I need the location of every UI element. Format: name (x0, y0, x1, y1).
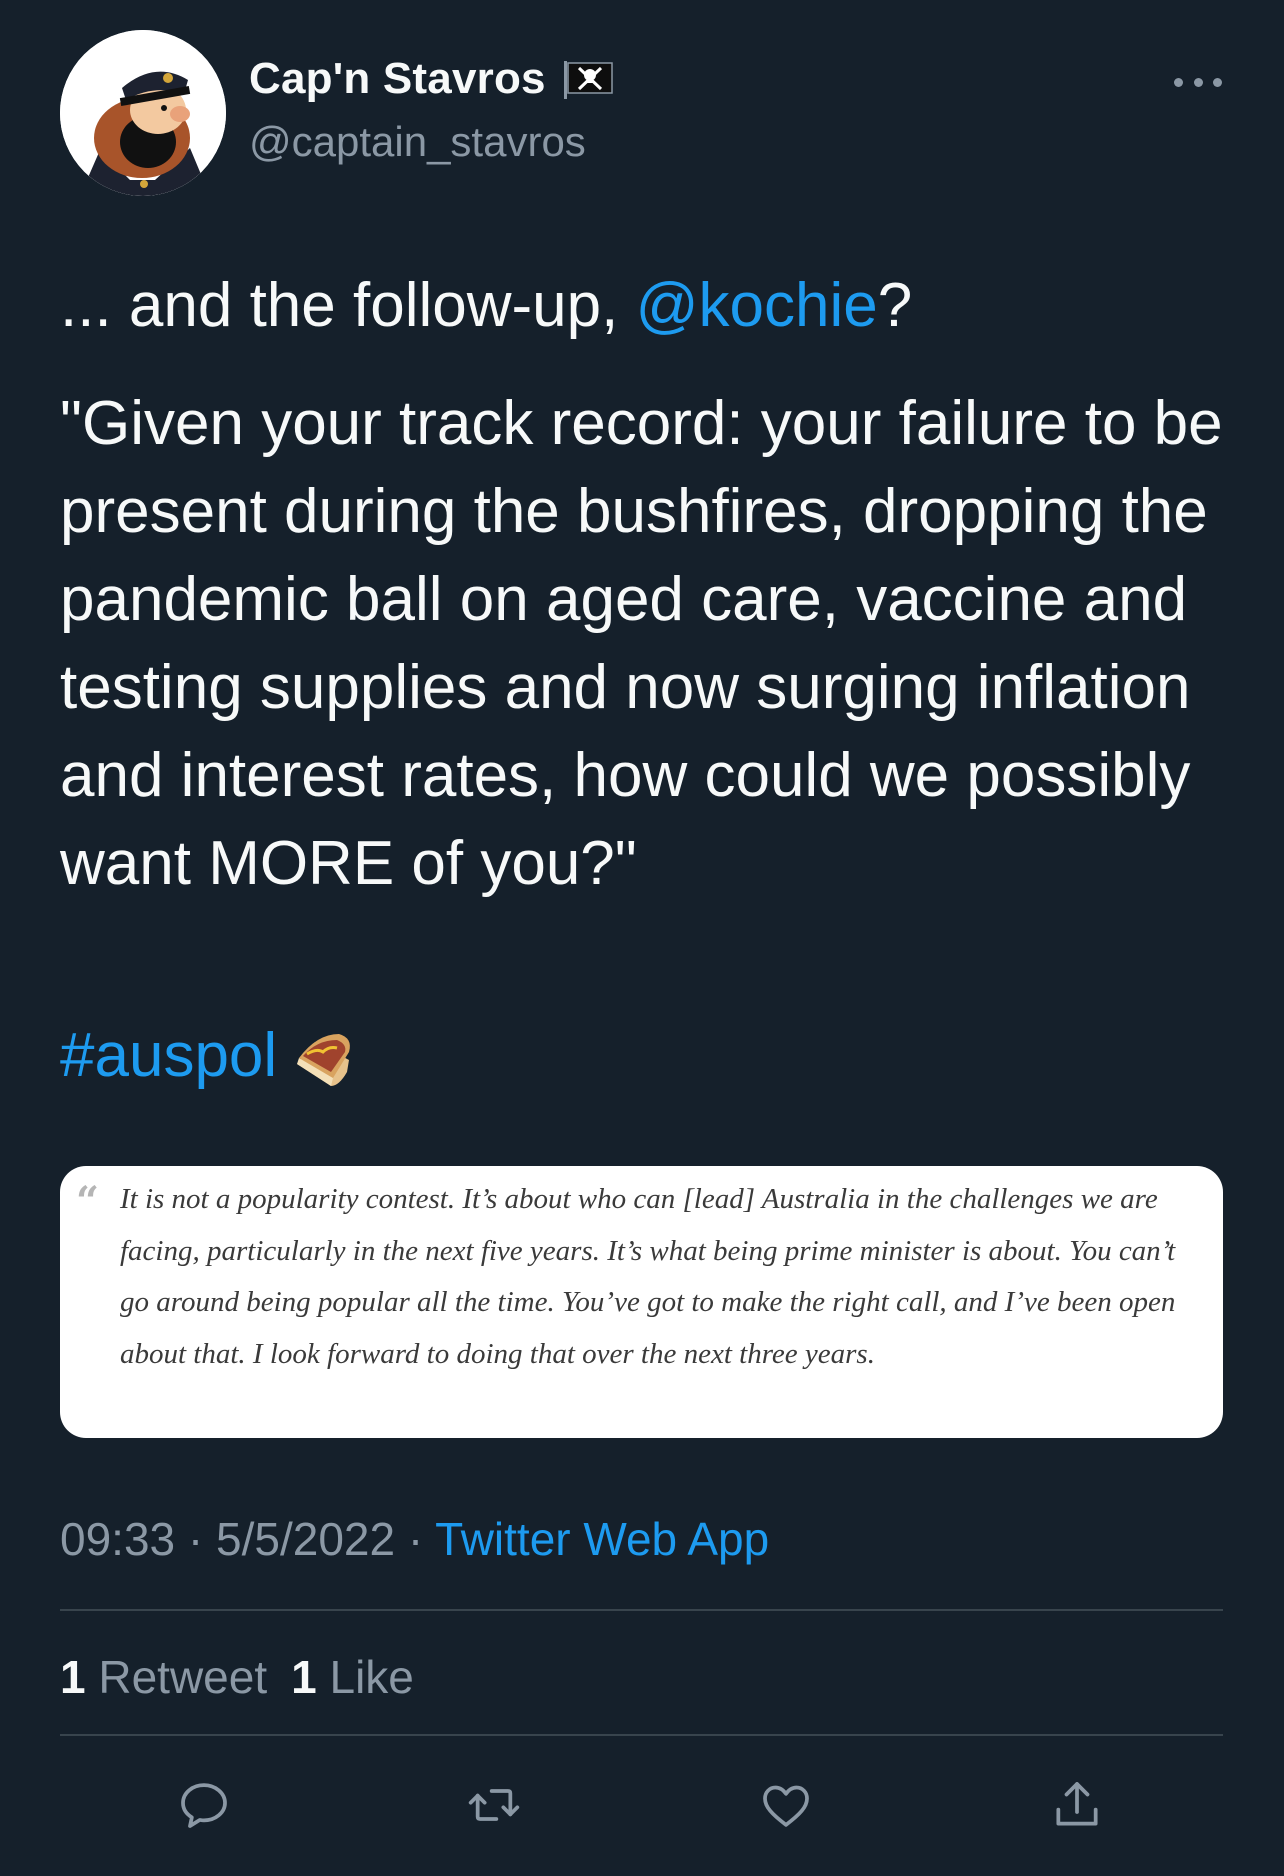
like-button[interactable] (751, 1770, 821, 1840)
tweet-actions (0, 1770, 1284, 1840)
tweet-time[interactable]: 09:33 (60, 1513, 175, 1565)
author-display-name[interactable]: Cap'n Stavros (249, 54, 546, 104)
hashtag-row: #auspol (60, 1012, 1250, 1100)
more-dot (1193, 77, 1203, 87)
author-name-row[interactable]: Cap'n Stavros (249, 54, 616, 104)
tweet-meta: 09:33 · 5/5/2022 · Twitter Web App (60, 1512, 769, 1566)
reply-icon (181, 1783, 227, 1828)
retweet-label: Retweet (85, 1651, 268, 1703)
meta-separator: · (175, 1513, 217, 1565)
captain-avatar-image (60, 30, 226, 196)
more-dot (1213, 77, 1222, 87)
tweet-intro-line: ... and the follow-up, @kochie? (60, 262, 1250, 350)
share-icon (1056, 1782, 1098, 1826)
divider (60, 1609, 1223, 1611)
pirate-flag-icon (563, 61, 613, 99)
avatar[interactable] (60, 30, 226, 196)
like-label: Like (316, 1651, 414, 1703)
retweet-count: 1 (60, 1651, 86, 1703)
sandwich-emoji (297, 1034, 351, 1086)
meta-separator: · (395, 1513, 436, 1565)
retweet-icon (468, 1789, 520, 1821)
like-icon (763, 1785, 809, 1827)
tweet-stats: 1 Retweet 1 Like (60, 1650, 414, 1704)
hashtag-link[interactable]: #auspol (60, 1012, 277, 1100)
author-handle[interactable]: @captain_stavros (249, 118, 586, 166)
like-stat[interactable]: 1 Like (291, 1651, 414, 1703)
reply-button[interactable] (169, 1770, 239, 1840)
divider (60, 1734, 1223, 1736)
tweet-date[interactable]: 5/5/2022 (216, 1513, 395, 1565)
mention-link[interactable]: @kochie (636, 271, 878, 340)
more-dot (1174, 77, 1183, 87)
tweet-quote-text: "Given your track record: your failure t… (60, 389, 1223, 898)
more-options-icon[interactable] (1174, 70, 1222, 94)
share-button[interactable] (1042, 1770, 1112, 1840)
quote-card-text: It is not a popularity contest. It’s abo… (120, 1183, 1176, 1370)
tweet-intro-prefix: ... and the follow-up, (60, 271, 636, 340)
like-count: 1 (291, 1651, 317, 1703)
quote-image-card[interactable]: “ It is not a popularity contest. It’s a… (60, 1166, 1223, 1438)
tweet-source[interactable]: Twitter Web App (435, 1513, 769, 1565)
tweet-intro-suffix: ? (877, 271, 913, 340)
quote-mark-icon: “ (76, 1178, 100, 1225)
retweet-stat[interactable]: 1 Retweet (60, 1651, 267, 1703)
retweet-button[interactable] (459, 1770, 529, 1840)
